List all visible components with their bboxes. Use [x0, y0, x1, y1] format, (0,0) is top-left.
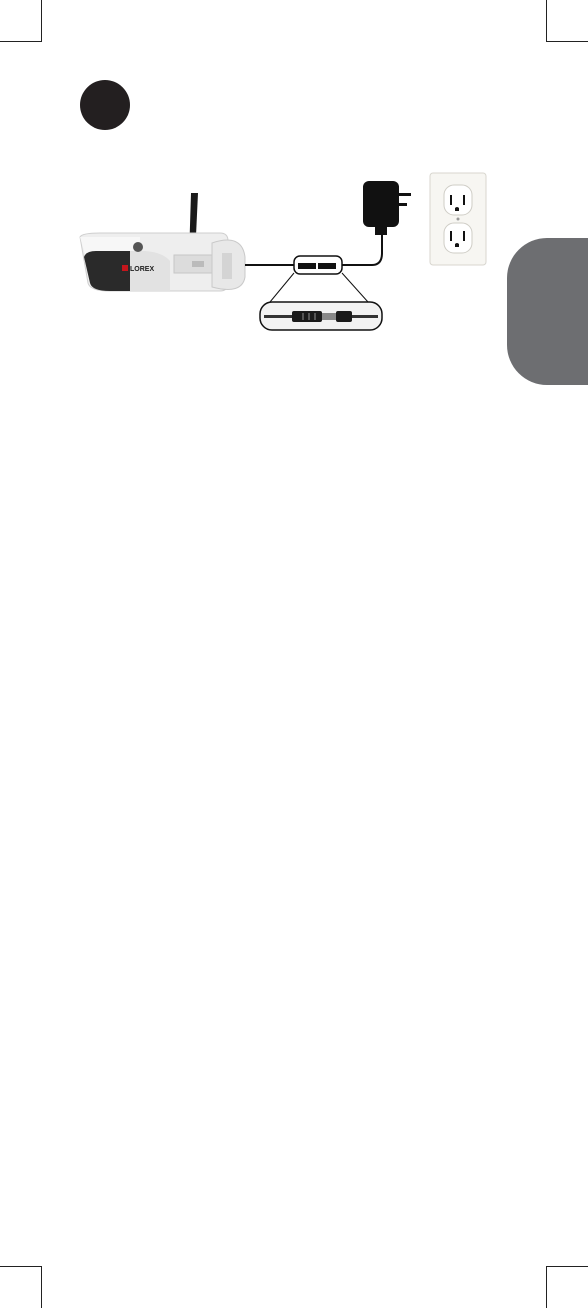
wall-outlet-icon — [429, 172, 487, 266]
crop-mark-top-right-v — [546, 0, 547, 42]
crop-mark-bottom-left-v — [41, 1266, 42, 1308]
crop-mark-bottom-right-h — [546, 1266, 588, 1267]
step-badge — [80, 80, 130, 130]
section-side-tab — [507, 238, 588, 385]
crop-mark-bottom-left-h — [0, 1266, 42, 1267]
connector-zoom-inset — [259, 301, 383, 331]
crop-mark-top-left-v — [41, 0, 42, 42]
cable-connector-icon — [293, 255, 343, 275]
camera-icon: LOREX — [79, 232, 246, 292]
crop-mark-bottom-right-v — [546, 1266, 547, 1308]
power-adapter-icon — [363, 181, 411, 235]
crop-mark-top-right-h — [546, 41, 588, 42]
crop-mark-top-left-h — [0, 41, 42, 42]
camera-power-illustration: LOREX — [79, 172, 487, 331]
brand-logo-text: LOREX — [130, 266, 154, 273]
